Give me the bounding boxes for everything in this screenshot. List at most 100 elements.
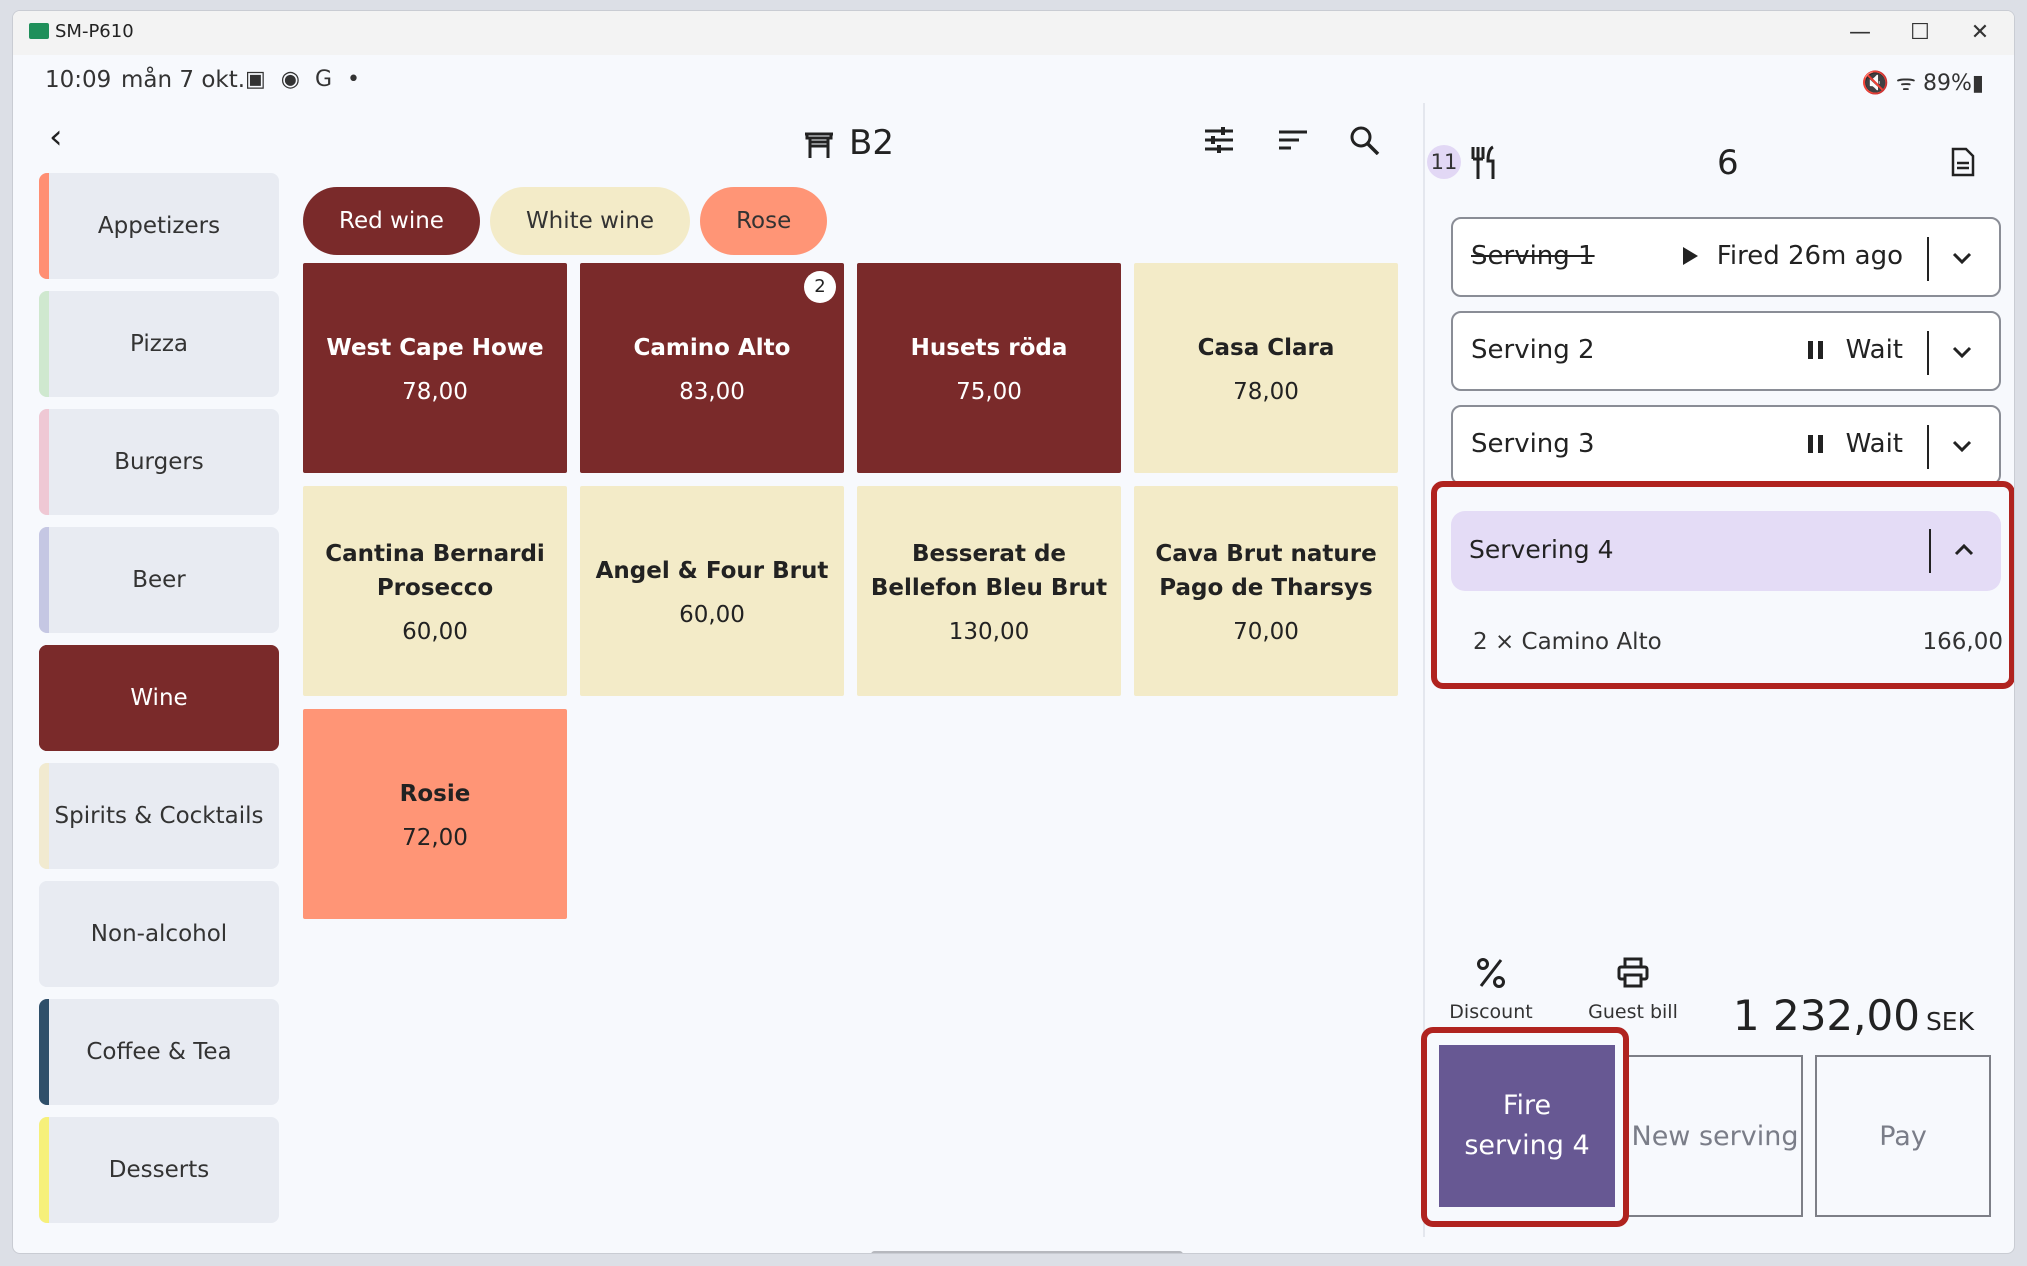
category-non-alcohol[interactable]: Non-alcohol: [39, 881, 279, 987]
android-status-bar: 10:09 mån 7 okt. ▣ ◉ G • 🔇 ᯤ 89%▮: [13, 55, 2014, 103]
pay-button[interactable]: Pay: [1815, 1055, 1991, 1217]
product-tile[interactable]: Cava Brut nature Pago de Tharsys 70,00: [1134, 486, 1398, 696]
category-label: Beer: [132, 567, 186, 593]
category-desserts[interactable]: Desserts: [39, 1117, 279, 1223]
search-icon[interactable]: [1349, 125, 1381, 163]
product-tile[interactable]: West Cape Howe 78,00: [303, 263, 567, 473]
category-burgers[interactable]: Burgers: [39, 409, 279, 515]
filter-tune-icon[interactable]: [1203, 125, 1235, 163]
product-price: 72,00: [402, 825, 468, 851]
chevron-down-icon[interactable]: [1947, 431, 1977, 461]
window-title: SM-P610: [55, 21, 134, 42]
total-amount: 1 232,00: [1732, 991, 1920, 1040]
category-list: Appetizers Pizza Burgers Beer Wine Spirits & …: [39, 173, 279, 1235]
notification-icons: ▣ ◉ G •: [245, 67, 364, 92]
subcategory-rose[interactable]: Rose: [700, 187, 828, 255]
title-bar: SM-P610 — ☐ ✕: [13, 11, 2014, 55]
status-date: mån 7 okt.: [121, 67, 246, 93]
pause-icon: [1808, 435, 1823, 453]
serving-separator: [1927, 425, 1929, 469]
product-price: 130,00: [948, 619, 1030, 645]
pause-icon: [1808, 341, 1823, 359]
product-name: Rosie: [399, 781, 471, 807]
category-label: Desserts: [108, 1157, 210, 1183]
chevron-down-icon[interactable]: [1947, 243, 1977, 273]
chevron-down-icon[interactable]: [1947, 337, 1977, 367]
category-label: Coffee & Tea: [86, 1039, 232, 1065]
cutlery-icon[interactable]: [1469, 145, 1499, 181]
fire-button-highlight: [1421, 1027, 1629, 1227]
sort-icon[interactable]: [1277, 125, 1309, 163]
category-wine[interactable]: Wine: [39, 645, 279, 751]
category-label: Non-alcohol: [90, 921, 228, 947]
guest-count-badge[interactable]: 11: [1427, 145, 1461, 179]
category-label: Appetizers: [97, 213, 221, 239]
category-color-bar: [39, 999, 49, 1105]
table-icon: [805, 132, 833, 158]
serving-status: Wait: [1845, 429, 1903, 459]
product-price: 83,00: [679, 379, 745, 405]
minimize-button[interactable]: —: [1830, 17, 1890, 49]
order-header: 11 6: [1427, 141, 2007, 191]
category-label: Wine: [130, 685, 188, 711]
category-beer[interactable]: Beer: [39, 527, 279, 633]
product-price: 60,00: [679, 602, 745, 628]
discount-label: Discount: [1449, 1001, 1533, 1023]
serving-3-row[interactable]: Serving 3 Wait: [1451, 405, 2001, 485]
back-button[interactable]: ‹: [49, 117, 63, 157]
product-name: Casa Clara: [1197, 335, 1335, 361]
category-appetizers[interactable]: Appetizers: [39, 173, 279, 279]
order-total: 1 232,00 SEK: [1733, 991, 1974, 1040]
category-pizza[interactable]: Pizza: [39, 291, 279, 397]
category-color-bar: [39, 881, 49, 987]
serving-status: Wait: [1845, 335, 1903, 365]
receipt-icon[interactable]: [1951, 147, 1975, 177]
product-price: 78,00: [402, 379, 468, 405]
product-name: Cava Brut nature Pago de Tharsys: [1155, 541, 1377, 601]
product-name: Husets röda: [910, 335, 1068, 361]
subcategory-red-wine[interactable]: Red wine: [303, 187, 480, 255]
serving-separator: [1927, 331, 1929, 375]
serving-2-row[interactable]: Serving 2 Wait: [1451, 311, 2001, 391]
subcategory-filters: Red wine White wine Rose: [303, 187, 837, 255]
app-icon: [29, 23, 49, 39]
product-tile[interactable]: Camino Alto 83,00 2: [580, 263, 844, 473]
product-price: 75,00: [956, 379, 1022, 405]
maximize-button[interactable]: ☐: [1890, 17, 1950, 49]
discount-button[interactable]: Discount: [1431, 957, 1551, 1023]
product-name: Angel & Four Brut: [595, 558, 829, 584]
category-color-bar: [39, 291, 49, 397]
category-color-bar: [39, 173, 49, 279]
app-window: SM-P610 — ☐ ✕ 10:09 mån 7 okt. ▣ ◉ G • 🔇…: [12, 10, 2015, 1254]
category-label: Pizza: [130, 331, 188, 357]
category-coffee-tea[interactable]: Coffee & Tea: [39, 999, 279, 1105]
product-tile[interactable]: Husets röda 75,00: [857, 263, 1121, 473]
serving-status: Fired 26m ago: [1716, 241, 1903, 271]
product-tile[interactable]: Cantina Bernardi Prosecco 60,00: [303, 486, 567, 696]
product-tile[interactable]: Besserat de Bellefon Bleu Brut 130,00: [857, 486, 1121, 696]
product-price: 60,00: [402, 619, 468, 645]
new-serving-button[interactable]: New serving: [1627, 1055, 1803, 1217]
home-indicator[interactable]: [871, 1251, 1183, 1253]
category-color-bar: [39, 645, 49, 751]
subcategory-white-wine[interactable]: White wine: [489, 187, 691, 255]
table-header[interactable]: B2: [803, 123, 894, 169]
product-tile[interactable]: Casa Clara 78,00: [1134, 263, 1398, 473]
percent-icon: [1477, 958, 1505, 988]
category-color-bar: [39, 527, 49, 633]
system-status-icons: 🔇 ᯤ 89%▮: [1861, 71, 1984, 96]
category-label: Burgers: [114, 449, 204, 475]
status-time: 10:09: [45, 67, 112, 93]
serving-separator: [1927, 237, 1929, 281]
guest-bill-button[interactable]: Guest bill: [1573, 957, 1693, 1023]
serving-1-row[interactable]: Serving 1 Fired 26m ago: [1451, 217, 2001, 297]
product-name: Camino Alto: [633, 335, 791, 361]
product-tile[interactable]: Rosie 72,00: [303, 709, 567, 919]
category-spirits-cocktails[interactable]: Spirits & Cocktails: [39, 763, 279, 869]
product-tile[interactable]: Angel & Four Brut 60,00: [580, 486, 844, 696]
printer-icon: [1617, 957, 1649, 988]
category-color-bar: [39, 763, 49, 869]
product-price: 78,00: [1233, 379, 1299, 405]
close-button[interactable]: ✕: [1950, 17, 2010, 49]
play-icon: [1683, 247, 1698, 265]
